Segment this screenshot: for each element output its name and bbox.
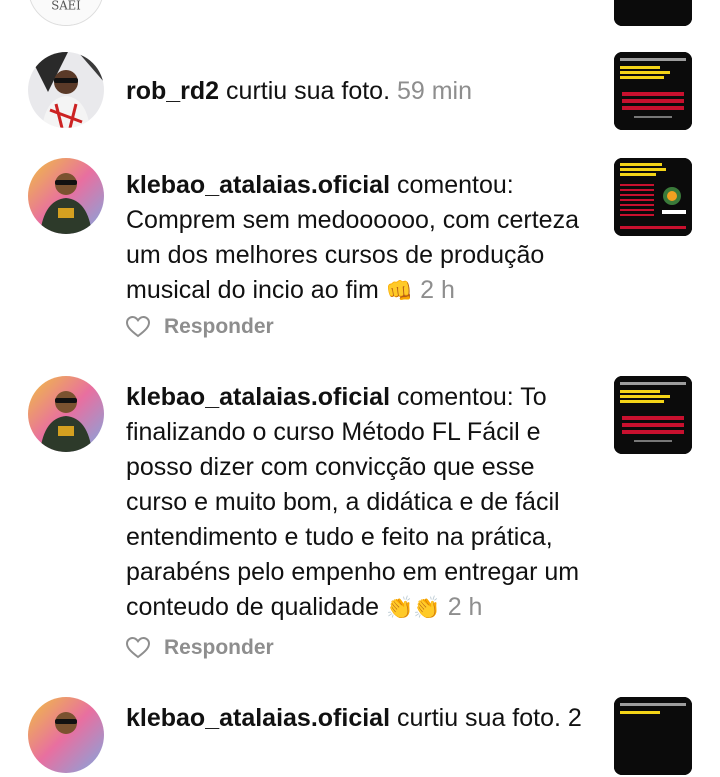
- notification-row-like[interactable]: rob_rd2 curtiu sua foto. 59 min: [0, 52, 720, 132]
- notification-text: klebao_atalaias.oficial comentou: Compre…: [126, 168, 596, 308]
- post-thumbnail[interactable]: [614, 697, 692, 775]
- avatar[interactable]: [28, 52, 104, 128]
- notification-row-like[interactable]: klebao_atalaias.oficial curtiu sua foto.…: [0, 697, 720, 777]
- post-thumbnail[interactable]: [614, 52, 692, 130]
- notification-text: klebao_atalaias.oficial curtiu sua foto.…: [126, 701, 596, 736]
- notification-action: curtiu sua foto. 2: [390, 704, 582, 732]
- post-thumbnail[interactable]: [614, 0, 692, 26]
- avatar[interactable]: [28, 697, 104, 773]
- clap-emoji: 👏👏: [385, 595, 441, 620]
- avatar[interactable]: [28, 158, 104, 234]
- notification-action: curtiu sua foto.: [219, 77, 397, 105]
- comment-text: To finalizando o curso Método FL Fácil e…: [126, 383, 580, 621]
- comment-text: Comprem sem medoooooo, com certeza um do…: [126, 206, 579, 304]
- notification-text: rob_rd2 curtiu sua foto. 59 min: [126, 74, 596, 109]
- timestamp: 2 h: [440, 593, 483, 621]
- notification-row-comment[interactable]: klebao_atalaias.oficial comentou: Compre…: [0, 158, 720, 348]
- reply-row: Responder: [126, 312, 274, 342]
- username[interactable]: klebao_atalaias.oficial: [126, 704, 390, 732]
- avatar[interactable]: SAEI: [28, 0, 104, 26]
- notification-text: klebao_atalaias.oficial comentou: To fin…: [126, 380, 596, 625]
- avatar[interactable]: [28, 376, 104, 452]
- fist-emoji: 👊: [385, 278, 414, 303]
- avatar-logo-text: SAEI: [51, 0, 81, 12]
- post-thumbnail[interactable]: [614, 158, 692, 236]
- reply-button[interactable]: Responder: [164, 315, 274, 339]
- heart-icon[interactable]: [126, 637, 150, 659]
- notification-row-comment[interactable]: klebao_atalaias.oficial comentou: To fin…: [0, 376, 720, 676]
- heart-icon[interactable]: [126, 316, 150, 338]
- reply-button[interactable]: Responder: [164, 636, 274, 660]
- notification-action: comentou:: [390, 383, 521, 411]
- username[interactable]: klebao_atalaias.oficial: [126, 383, 390, 411]
- timestamp: 2 h: [413, 276, 455, 304]
- notification-action: comentou:: [390, 171, 514, 199]
- username[interactable]: klebao_atalaias.oficial: [126, 171, 390, 199]
- notification-row-partial-top[interactable]: SAEI: [0, 0, 720, 30]
- post-thumbnail[interactable]: [614, 376, 692, 454]
- reply-row: Responder: [126, 633, 274, 663]
- timestamp: 59 min: [396, 77, 473, 105]
- username[interactable]: rob_rd2: [126, 77, 219, 105]
